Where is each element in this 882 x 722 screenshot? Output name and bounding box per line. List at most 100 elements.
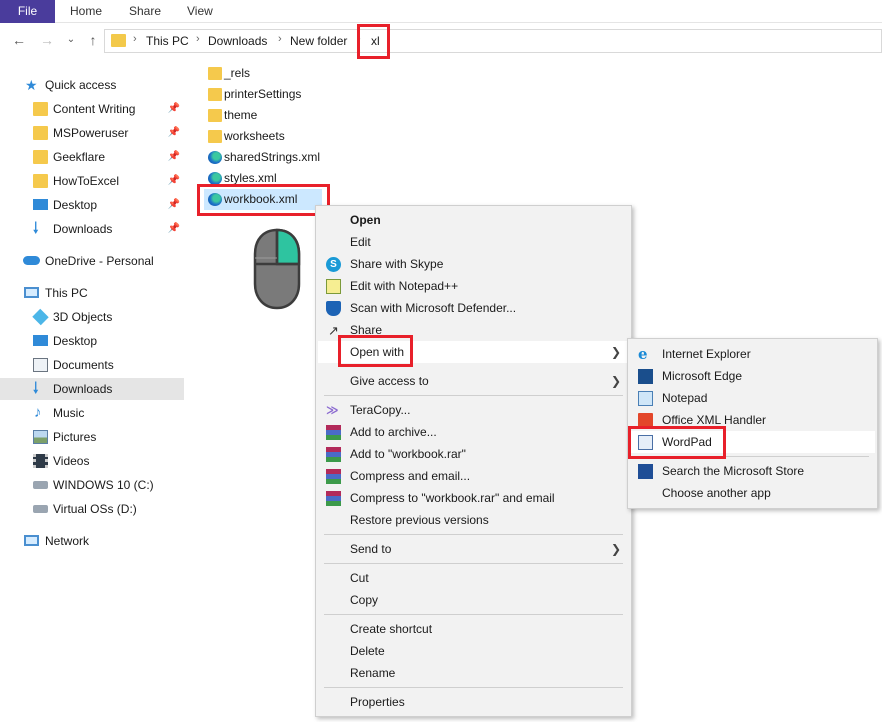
menu-item-label: Compress to "workbook.rar" and email bbox=[350, 491, 555, 505]
sidebar-item-label: Desktop bbox=[53, 334, 98, 348]
folder-icon bbox=[33, 150, 48, 164]
tab-share[interactable]: Share bbox=[117, 0, 173, 23]
menu-item-search-microsoft-store[interactable]: Search the Microsoft Store bbox=[630, 460, 875, 482]
pin-icon[interactable]: 📌 bbox=[168, 218, 180, 240]
skype-icon: S bbox=[326, 257, 341, 272]
tab-file[interactable]: File bbox=[0, 0, 55, 23]
menu-item-label: Edit bbox=[350, 235, 371, 249]
menu-separator bbox=[324, 614, 623, 615]
sidebar-item-desktop-pinned[interactable]: Desktop 📌 bbox=[0, 194, 184, 216]
sidebar-item-label: Virtual OSs (D:) bbox=[53, 502, 137, 516]
menu-item-restore-previous-versions[interactable]: Restore previous versions bbox=[318, 509, 629, 531]
sidebar-item-mspoweruser[interactable]: MSPoweruser 📌 bbox=[0, 122, 184, 144]
menu-item-properties[interactable]: Properties bbox=[318, 691, 629, 713]
pin-icon[interactable]: 📌 bbox=[168, 98, 180, 120]
breadcrumb-this-pc[interactable]: This PC bbox=[146, 34, 189, 48]
menu-item-label: Search the Microsoft Store bbox=[662, 464, 805, 478]
pin-icon[interactable]: 📌 bbox=[168, 122, 180, 144]
sidebar-item-this-pc[interactable]: This PC bbox=[0, 282, 184, 304]
sidebar-item-downloads[interactable]: 🠓 Downloads bbox=[0, 378, 184, 400]
menu-item-compress-and-email[interactable]: Compress and email... bbox=[318, 465, 629, 487]
file-name: theme bbox=[224, 108, 258, 122]
sidebar-item-content-writing[interactable]: Content Writing 📌 bbox=[0, 98, 184, 120]
menu-item-label: Share with Skype bbox=[350, 257, 444, 271]
sidebar-item-label: Downloads bbox=[53, 382, 113, 396]
pin-icon[interactable]: 📌 bbox=[168, 170, 180, 192]
sidebar-item-label: Quick access bbox=[45, 78, 117, 92]
menu-item-create-shortcut[interactable]: Create shortcut bbox=[318, 618, 629, 640]
tab-view[interactable]: View bbox=[175, 0, 225, 23]
store-icon bbox=[638, 464, 653, 479]
menu-item-open[interactable]: Open bbox=[318, 209, 629, 231]
sidebar-item-downloads-pinned[interactable]: 🠓 Downloads 📌 bbox=[0, 218, 184, 240]
address-bar[interactable]: › This PC › Downloads › New folder › xl bbox=[104, 29, 882, 53]
menu-item-label: Cut bbox=[350, 571, 369, 585]
menu-item-edit-with-notepad-plus-plus[interactable]: Edit with Notepad++ bbox=[318, 275, 629, 297]
menu-item-send-to[interactable]: Send to ❯ bbox=[318, 538, 629, 560]
sidebar-item-quick-access[interactable]: ★ Quick access bbox=[0, 74, 184, 96]
back-arrow-icon[interactable]: ← bbox=[10, 31, 28, 49]
up-arrow-icon[interactable]: ↑ bbox=[84, 31, 102, 49]
defender-icon bbox=[326, 301, 341, 316]
chevron-right-icon[interactable]: › bbox=[196, 33, 200, 45]
menu-item-share-with-skype[interactable]: S Share with Skype bbox=[318, 253, 629, 275]
recent-locations-chevron-icon[interactable]: ⌄ bbox=[62, 31, 80, 49]
sidebar-item-onedrive[interactable]: OneDrive - Personal bbox=[0, 250, 184, 272]
menu-item-scan-with-defender[interactable]: Scan with Microsoft Defender... bbox=[318, 297, 629, 319]
menu-item-rename[interactable]: Rename bbox=[318, 662, 629, 684]
wordpad-highlight-box bbox=[628, 426, 726, 459]
sidebar-item-3d-objects[interactable]: 3D Objects bbox=[0, 306, 184, 328]
sidebar-item-geekflare[interactable]: Geekflare 📌 bbox=[0, 146, 184, 168]
sidebar-item-howtoexcel[interactable]: HowToExcel 📌 bbox=[0, 170, 184, 192]
menu-item-edit[interactable]: Edit bbox=[318, 231, 629, 253]
folder-icon bbox=[208, 88, 222, 101]
menu-item-label: Compress and email... bbox=[350, 469, 471, 483]
menu-item-copy[interactable]: Copy bbox=[318, 589, 629, 611]
music-note-icon: ♪ bbox=[34, 404, 42, 421]
chevron-right-icon: ❯ bbox=[610, 542, 621, 556]
computer-icon bbox=[24, 287, 39, 298]
folder-icon bbox=[33, 174, 48, 188]
sidebar-item-drive-c[interactable]: WINDOWS 10 (C:) bbox=[0, 474, 184, 496]
menu-item-label: Give access to bbox=[350, 374, 429, 388]
menu-item-internet-explorer[interactable]: e Internet Explorer bbox=[630, 343, 875, 365]
chevron-right-icon[interactable]: › bbox=[133, 33, 137, 45]
file-name: sharedStrings.xml bbox=[224, 150, 321, 164]
sidebar-item-label: MSPoweruser bbox=[53, 126, 129, 140]
menu-item-notepad[interactable]: Notepad bbox=[630, 387, 875, 409]
forward-arrow-icon[interactable]: → bbox=[38, 31, 56, 49]
breadcrumb-downloads[interactable]: Downloads bbox=[208, 34, 267, 48]
menu-separator bbox=[324, 563, 623, 564]
sidebar-item-label: Pictures bbox=[53, 430, 97, 444]
menu-item-choose-another-app[interactable]: Choose another app bbox=[630, 482, 875, 504]
download-arrow-icon: 🠓 bbox=[33, 380, 39, 397]
breadcrumb-new-folder[interactable]: New folder bbox=[290, 34, 347, 48]
workbook-highlight-box bbox=[197, 184, 330, 216]
menu-item-teracopy[interactable]: ≫ TeraCopy... bbox=[318, 399, 629, 421]
edge-icon bbox=[638, 369, 653, 384]
sidebar-item-drive-d[interactable]: Virtual OSs (D:) bbox=[0, 498, 184, 520]
sidebar-item-label: Documents bbox=[53, 358, 114, 372]
desktop-icon bbox=[33, 335, 48, 346]
sidebar-item-documents[interactable]: Documents bbox=[0, 354, 184, 376]
menu-item-cut[interactable]: Cut bbox=[318, 567, 629, 589]
file-name: printerSettings bbox=[224, 87, 302, 101]
menu-item-add-to-workbook-rar[interactable]: Add to "workbook.rar" bbox=[318, 443, 629, 465]
sidebar-item-videos[interactable]: Videos bbox=[0, 450, 184, 472]
sidebar-item-desktop[interactable]: Desktop bbox=[0, 330, 184, 352]
chevron-right-icon[interactable]: › bbox=[278, 33, 282, 45]
pin-icon[interactable]: 📌 bbox=[168, 194, 180, 216]
menu-separator bbox=[324, 687, 623, 688]
menu-item-give-access-to[interactable]: Give access to ❯ bbox=[318, 370, 629, 392]
sidebar-item-label: Desktop bbox=[53, 198, 98, 212]
pin-icon[interactable]: 📌 bbox=[168, 146, 180, 168]
menu-item-delete[interactable]: Delete bbox=[318, 640, 629, 662]
menu-item-add-to-archive[interactable]: Add to archive... bbox=[318, 421, 629, 443]
menu-item-compress-to-rar-and-email[interactable]: Compress to "workbook.rar" and email bbox=[318, 487, 629, 509]
sidebar-item-network[interactable]: Network bbox=[0, 530, 184, 552]
tab-home[interactable]: Home bbox=[58, 0, 114, 23]
sidebar-item-pictures[interactable]: Pictures bbox=[0, 426, 184, 448]
sidebar-item-music[interactable]: ♪ Music bbox=[0, 402, 184, 424]
menu-item-label: Delete bbox=[350, 644, 385, 658]
menu-item-microsoft-edge[interactable]: Microsoft Edge bbox=[630, 365, 875, 387]
